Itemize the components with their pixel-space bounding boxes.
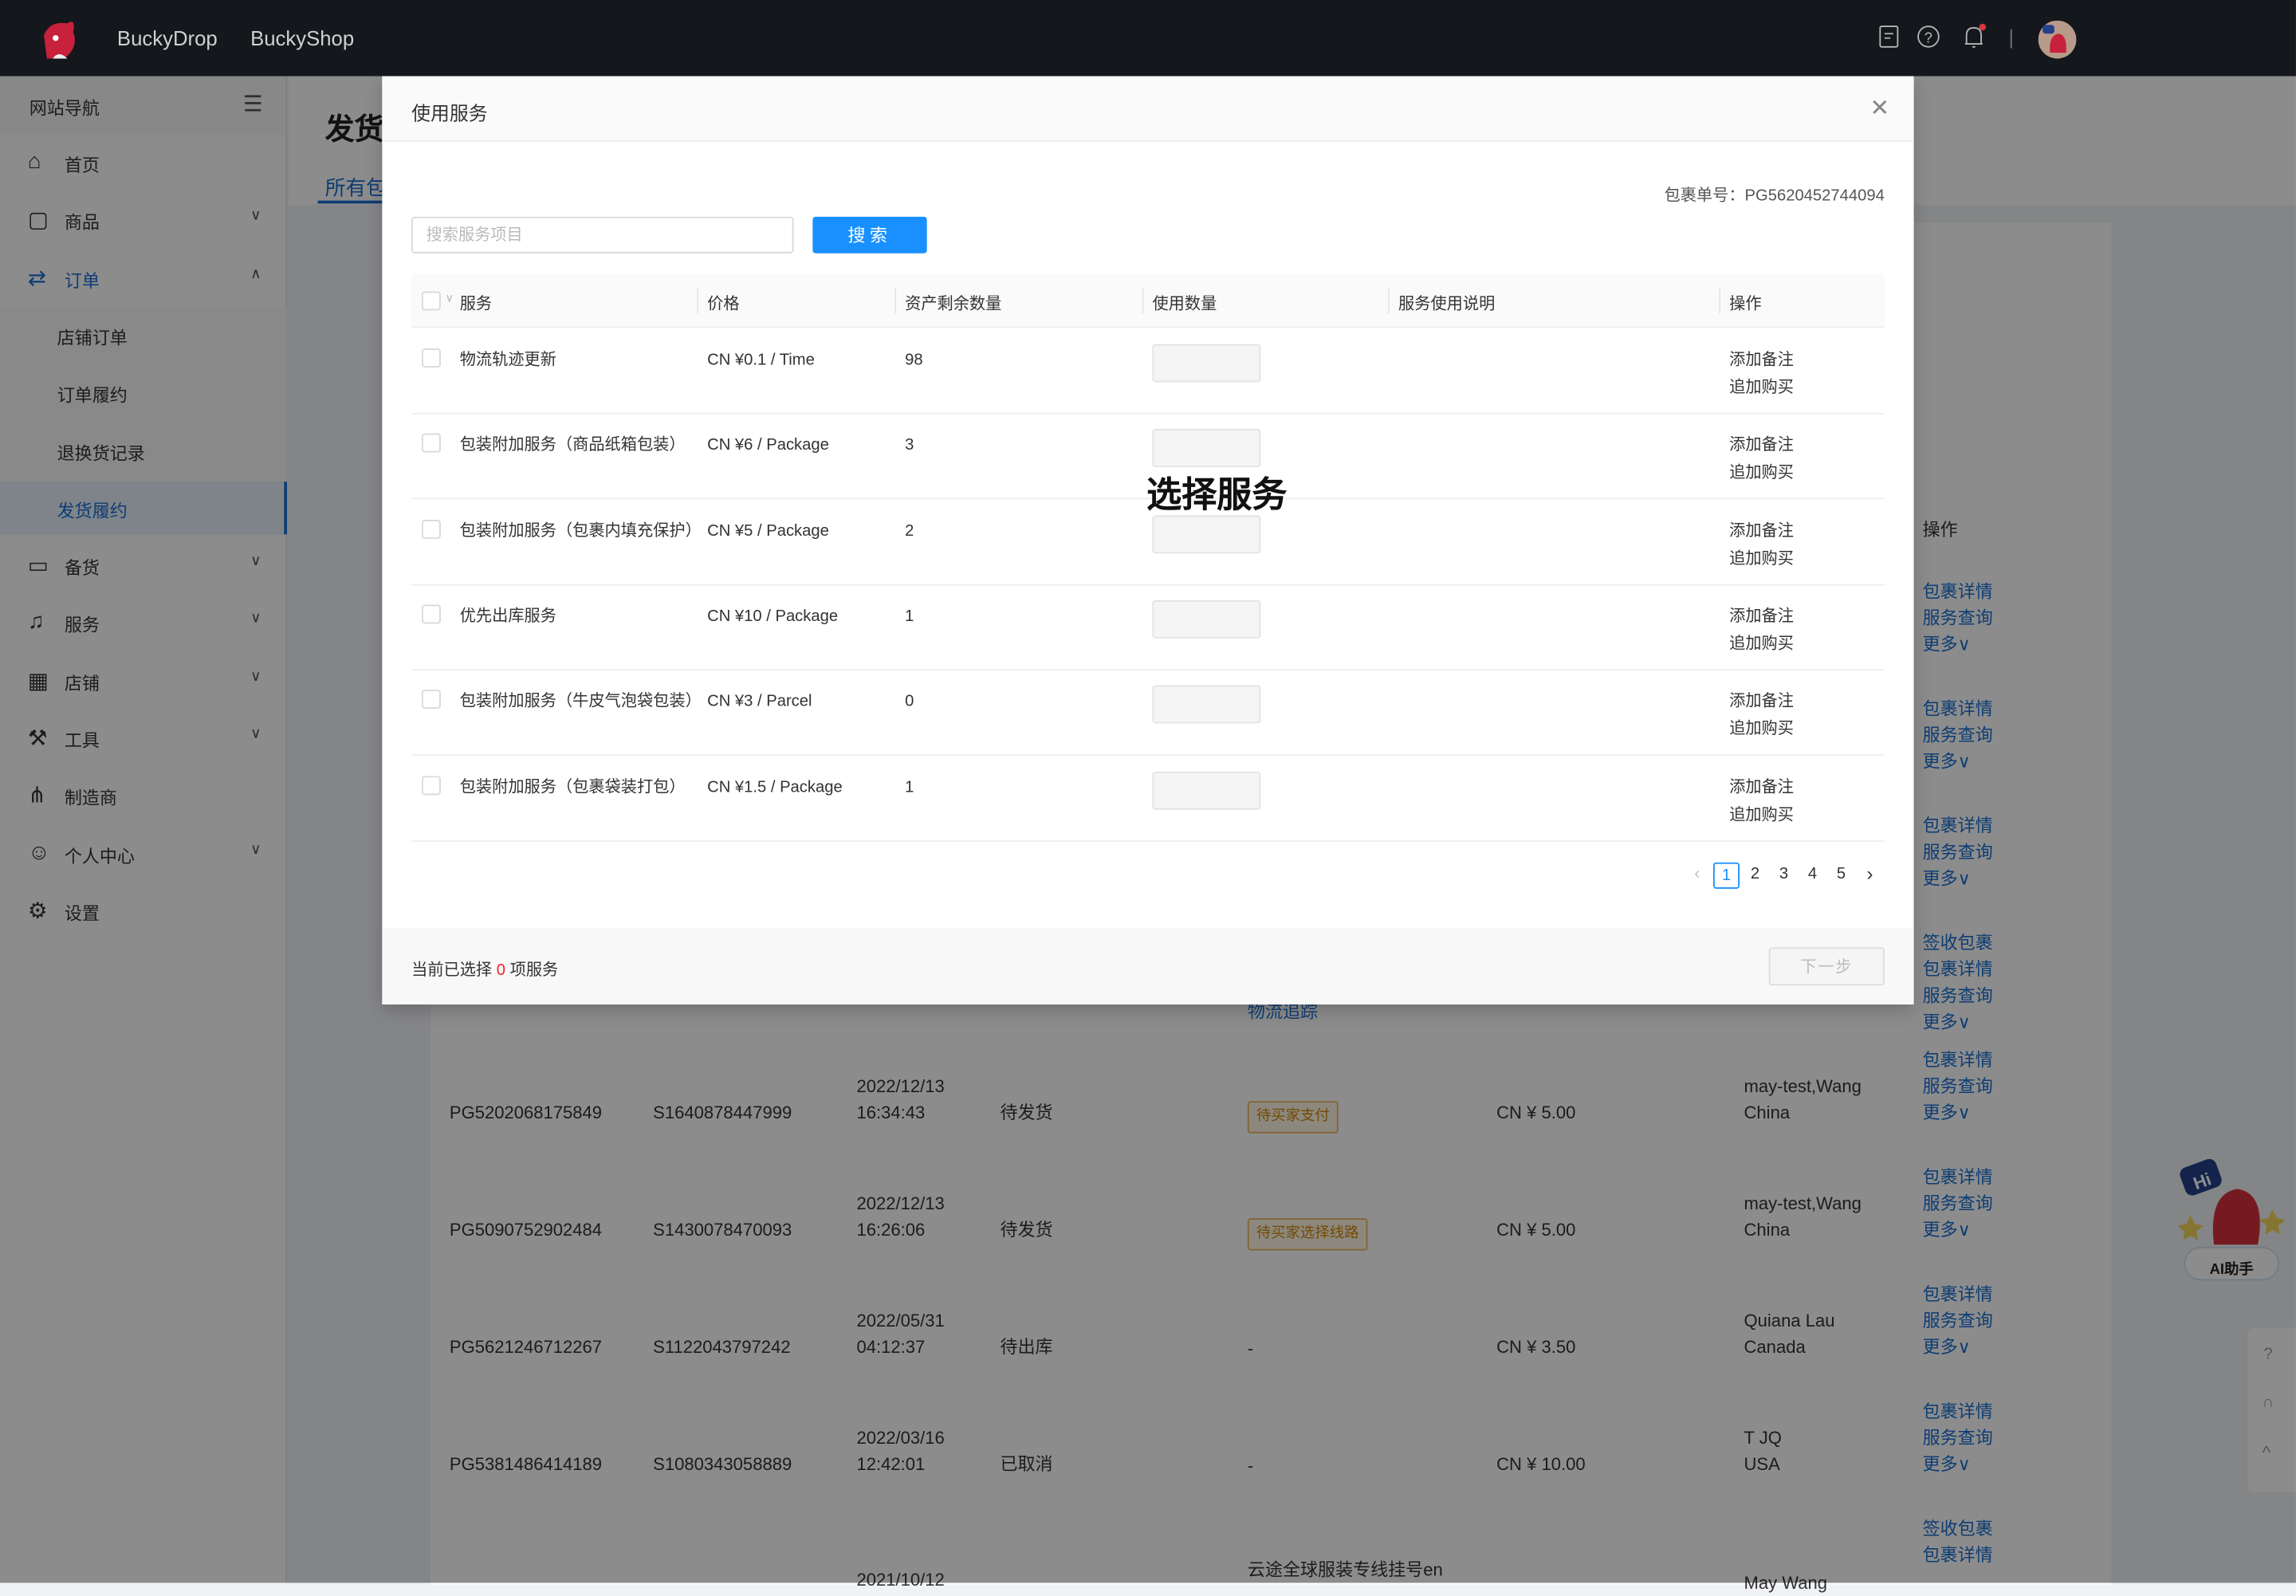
add-purchase-link[interactable]: 追加购买 xyxy=(1729,802,1794,828)
annotation-label: 选择服务 xyxy=(1146,475,1288,516)
quantity-input[interactable] xyxy=(1152,685,1261,724)
service-name: 包装附加服务（包裹内填充保护） xyxy=(459,521,702,540)
app-root: BuckyDrop BuckyShop ? 网站导航 ☰ ⌂ 首页 ▢ 商品 ∨ ⇄ 订单 ∧… xyxy=(0,0,2296,1593)
modal-footer: 当前已选择 0 项服务 下一步 xyxy=(382,928,1914,1004)
selected-count: 0 xyxy=(496,961,506,980)
modal-title: 使用服务 xyxy=(411,102,488,125)
add-note-link[interactable]: 添加备注 xyxy=(1729,603,1794,630)
add-note-link[interactable]: 添加备注 xyxy=(1729,347,1794,373)
add-purchase-link[interactable]: 追加购买 xyxy=(1729,375,1794,401)
close-icon[interactable]: ✕ xyxy=(1869,94,1889,124)
col-description: 服务使用说明 xyxy=(1398,296,1496,314)
modal-header: 使用服务 ✕ xyxy=(382,76,1914,143)
service-remaining: 1 xyxy=(905,778,914,796)
quantity-input[interactable] xyxy=(1152,344,1261,383)
col-price: 价格 xyxy=(707,296,740,314)
next-page-icon[interactable]: › xyxy=(1857,863,1883,889)
service-name: 物流轨迹更新 xyxy=(459,351,556,369)
top-bar: BuckyDrop BuckyShop ? xyxy=(0,0,2296,77)
service-name: 包装附加服务（商品纸箱包装） xyxy=(459,436,686,454)
nav-buckyshop[interactable]: BuckyShop xyxy=(250,26,354,49)
service-name: 优先出库服务 xyxy=(459,607,556,626)
divider xyxy=(2010,29,2012,49)
summary-prefix: 当前已选择 xyxy=(411,961,497,980)
service-name: 包装附加服务（牛皮气泡袋包装） xyxy=(459,693,702,711)
service-price: CN ¥1.5 / Package xyxy=(707,778,843,796)
page-5[interactable]: 5 xyxy=(1828,863,1854,889)
package-number: 包裹单号：PG5620452744094 xyxy=(1664,187,1885,206)
service-remaining: 0 xyxy=(905,693,914,711)
service-search-input[interactable] xyxy=(411,216,794,254)
page-3[interactable]: 3 xyxy=(1771,863,1797,889)
row-checkbox[interactable] xyxy=(421,690,441,710)
service-remaining: 2 xyxy=(905,521,914,540)
add-purchase-link[interactable]: 追加购买 xyxy=(1729,460,1794,486)
service-price: CN ¥0.1 / Time xyxy=(707,351,815,369)
select-all-checkbox[interactable] xyxy=(421,291,441,311)
row-checkbox[interactable] xyxy=(421,434,441,454)
search-button[interactable]: 搜索 xyxy=(812,216,927,254)
add-purchase-link[interactable]: 追加购买 xyxy=(1729,545,1794,572)
service-remaining: 1 xyxy=(905,607,914,626)
add-note-link[interactable]: 添加备注 xyxy=(1729,774,1794,800)
use-service-modal: 使用服务 ✕ 包裹单号：PG5620452744094 搜索 ∨ 服务 价格 资… xyxy=(382,76,1914,1004)
notification-dot xyxy=(1979,23,1987,31)
chevron-down-icon[interactable]: ∨ xyxy=(445,292,454,305)
avatar[interactable] xyxy=(2038,20,2077,59)
selection-summary: 当前已选择 0 项服务 xyxy=(411,957,558,981)
bell-icon[interactable] xyxy=(1960,23,1987,49)
service-row: 包装附加服务（牛皮气泡袋包装） CN ¥3 / Parcel 0 添加备注 追加购买 xyxy=(411,671,1885,757)
col-service: 服务 xyxy=(459,296,493,314)
col-actions: 操作 xyxy=(1729,296,1762,314)
service-table-header: ∨ 服务 价格 资产剩余数量 使用数量 服务使用说明 操作 xyxy=(411,273,1885,328)
service-remaining: 98 xyxy=(905,351,923,369)
row-checkbox[interactable] xyxy=(421,775,441,795)
add-note-link[interactable]: 添加备注 xyxy=(1729,432,1794,458)
col-remaining: 资产剩余数量 xyxy=(905,296,1002,314)
document-icon[interactable] xyxy=(1876,23,1902,49)
service-remaining: 3 xyxy=(905,436,914,454)
service-price: CN ¥10 / Package xyxy=(707,607,839,626)
quantity-input[interactable] xyxy=(1152,429,1261,468)
page-4[interactable]: 4 xyxy=(1799,863,1826,889)
next-step-button[interactable]: 下一步 xyxy=(1768,947,1885,986)
prev-page-icon[interactable]: ‹ xyxy=(1684,863,1710,889)
service-name: 包装附加服务（包裹袋装打包） xyxy=(459,778,686,796)
summary-suffix: 项服务 xyxy=(505,961,559,980)
quantity-input[interactable] xyxy=(1152,771,1261,809)
service-price: CN ¥6 / Package xyxy=(707,436,829,454)
service-price: CN ¥5 / Package xyxy=(707,521,829,540)
quantity-input[interactable] xyxy=(1152,514,1261,553)
add-note-link[interactable]: 添加备注 xyxy=(1729,517,1794,544)
col-quantity: 使用数量 xyxy=(1152,296,1217,314)
row-checkbox[interactable] xyxy=(421,519,441,539)
page-2[interactable]: 2 xyxy=(1742,863,1768,889)
svg-text:?: ? xyxy=(1924,29,1932,45)
add-note-link[interactable]: 添加备注 xyxy=(1729,689,1794,715)
page-1[interactable]: 1 xyxy=(1712,862,1740,889)
nav-buckydrop[interactable]: BuckyDrop xyxy=(117,26,218,49)
add-purchase-link[interactable]: 追加购买 xyxy=(1729,631,1794,657)
row-checkbox[interactable] xyxy=(421,348,441,368)
service-row: 优先出库服务 CN ¥10 / Package 1 添加备注 追加购买 xyxy=(411,585,1885,671)
quantity-input[interactable] xyxy=(1152,599,1261,639)
buckydrop-logo[interactable] xyxy=(35,14,82,64)
service-price: CN ¥3 / Parcel xyxy=(707,693,812,711)
add-purchase-link[interactable]: 追加购买 xyxy=(1729,716,1794,742)
row-checkbox[interactable] xyxy=(421,604,441,624)
service-row: 物流轨迹更新 CN ¥0.1 / Time 98 添加备注 追加购买 xyxy=(411,329,1885,415)
help-icon[interactable]: ? xyxy=(1915,23,1941,49)
service-row: 包装附加服务（包裹袋装打包） CN ¥1.5 / Package 1 添加备注 追加购买 xyxy=(411,757,1885,842)
